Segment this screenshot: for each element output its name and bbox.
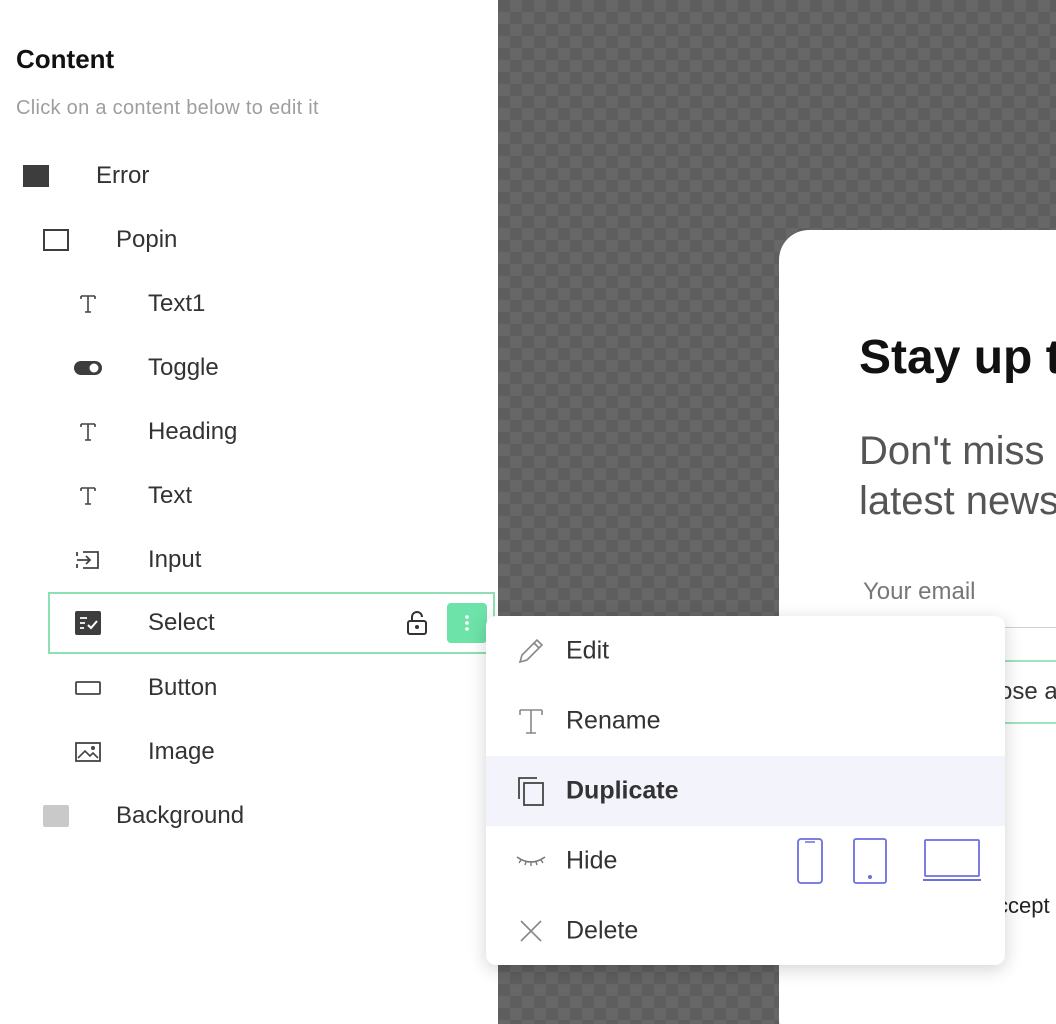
filled-square-icon xyxy=(23,165,49,187)
panel-title: Content xyxy=(16,44,115,74)
text-icon xyxy=(78,293,98,315)
text-icon xyxy=(514,704,548,738)
tree-item-button[interactable]: Button xyxy=(0,657,498,719)
tree-item-heading[interactable]: Heading xyxy=(0,401,498,463)
button-icon xyxy=(75,680,101,696)
popin-input-placeholder[interactable]: Your email xyxy=(863,578,976,606)
content-panel: Content Click on a content below to edit… xyxy=(0,0,498,1024)
tree-item-label: Image xyxy=(148,738,215,765)
background-swatch-icon xyxy=(43,805,69,827)
tree-item-select[interactable]: Select xyxy=(48,592,495,654)
tree-item-background[interactable]: Background xyxy=(0,785,498,847)
menu-item-rename[interactable]: Rename xyxy=(486,686,1005,756)
select-icon xyxy=(75,611,101,635)
tablet-icon[interactable] xyxy=(853,838,887,884)
image-icon xyxy=(75,742,101,762)
tree-item-image[interactable]: Image xyxy=(0,721,498,783)
eye-closed-icon xyxy=(514,844,548,878)
panel-subtitle: Click on a content below to edit it xyxy=(16,97,319,119)
menu-item-hide[interactable]: Hide xyxy=(486,826,1005,896)
tree-item-label: Text xyxy=(148,482,193,509)
menu-item-label: Hide xyxy=(566,846,618,875)
menu-item-duplicate[interactable]: Duplicate xyxy=(486,756,1005,826)
tree-item-label: Text1 xyxy=(148,290,206,317)
menu-item-label: Edit xyxy=(566,636,610,665)
close-icon xyxy=(514,914,548,948)
menu-item-label: Rename xyxy=(566,706,661,735)
tree-item-label: Popin xyxy=(116,226,178,253)
more-vertical-icon xyxy=(465,615,469,631)
mobile-icon[interactable] xyxy=(797,838,823,884)
lock-icon[interactable] xyxy=(404,609,430,637)
tree-item-text[interactable]: Text xyxy=(0,465,498,527)
context-menu: Edit Rename Duplicate Hide Delete xyxy=(486,616,1005,965)
desktop-icon[interactable] xyxy=(922,838,982,884)
tree-item-error[interactable]: Error xyxy=(0,145,498,207)
text-icon xyxy=(78,485,98,507)
tree-item-toggle[interactable]: Toggle xyxy=(0,337,498,399)
input-icon xyxy=(75,550,101,570)
popin-text[interactable]: Don't miss latest news xyxy=(859,426,1056,526)
text-icon xyxy=(78,421,98,443)
menu-item-edit[interactable]: Edit xyxy=(486,616,1005,686)
toggle-icon xyxy=(74,360,102,376)
menu-item-label: Duplicate xyxy=(566,776,679,805)
tree-item-label: Error xyxy=(96,162,150,189)
tree-item-input[interactable]: Input xyxy=(0,529,498,591)
more-options-button[interactable] xyxy=(447,603,487,643)
tree-item-label: Select xyxy=(148,609,215,636)
tree-item-label: Heading xyxy=(148,418,238,445)
popin-heading[interactable]: Stay up t xyxy=(859,330,1056,385)
outline-square-icon xyxy=(43,229,69,251)
tree-item-label: Button xyxy=(148,674,218,701)
tree-item-popin[interactable]: Popin xyxy=(0,209,498,271)
pencil-icon xyxy=(514,634,548,668)
tree-item-text1[interactable]: Text1 xyxy=(0,273,498,335)
duplicate-icon xyxy=(514,774,548,808)
tree-item-label: Toggle xyxy=(148,354,219,381)
tree-item-label: Background xyxy=(116,802,245,829)
tree-item-label: Input xyxy=(148,546,202,573)
popin-select-text: ose a xyxy=(999,678,1056,705)
menu-item-label: Delete xyxy=(566,916,639,945)
menu-item-delete[interactable]: Delete xyxy=(486,896,1005,965)
